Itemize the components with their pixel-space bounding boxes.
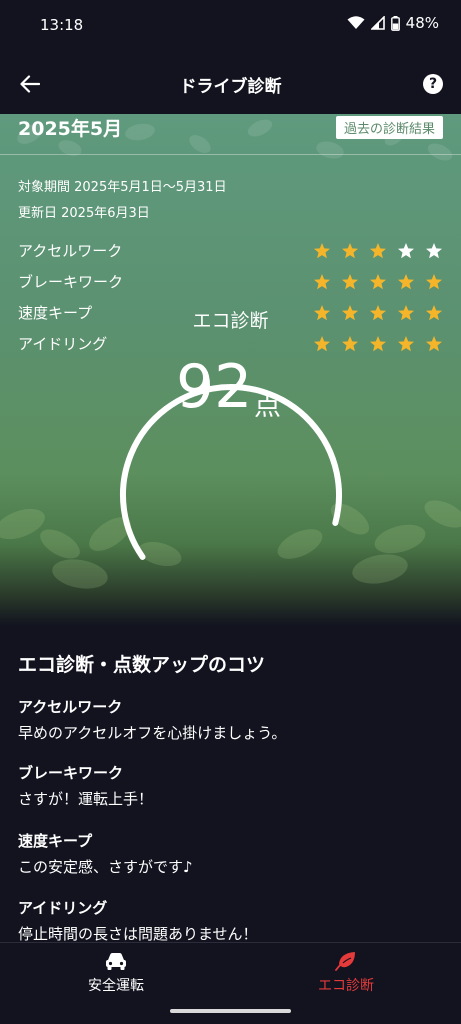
help-button[interactable]: ? (423, 74, 443, 94)
page-title: ドライブ診断 (179, 77, 282, 97)
updated-date: 更新日 2025年6月3日 (18, 206, 150, 221)
battery-percent: 48% (405, 14, 439, 32)
battery-icon (390, 15, 400, 31)
gauge-label: エコ診断 (192, 310, 269, 332)
signal-icon (370, 16, 385, 30)
star-rating (313, 273, 443, 291)
tip-text: 停止時間の長さは問題ありません！ (18, 925, 258, 942)
star-filled-icon (342, 336, 358, 352)
nav-tab-safe-driving[interactable]: 安全運転 (56, 951, 176, 995)
status-bar: 13:18 48% (0, 0, 461, 52)
star-filled-icon (370, 274, 386, 290)
star-filled-icon (398, 336, 414, 352)
past-results-button[interactable]: 過去の診断結果 (335, 116, 443, 139)
tip-heading: 速度キープ (18, 832, 93, 850)
home-gesture-bar[interactable] (170, 1009, 291, 1013)
rating-label: アクセルワーク (18, 242, 123, 260)
star-filled-icon (370, 336, 386, 352)
rating-row-accel: アクセルワーク (18, 240, 443, 262)
wifi-icon (347, 16, 365, 29)
star-filled-icon (426, 274, 442, 290)
tip-text: この安定感、さすがです♪ (18, 858, 193, 876)
star-filled-icon (426, 336, 442, 352)
rating-row-brake: ブレーキワーク (18, 271, 443, 293)
tip-heading: ブレーキワーク (18, 764, 124, 782)
gesture-area (0, 998, 461, 1024)
star-rating (313, 335, 443, 353)
tip-heading: アイドリング (18, 899, 108, 917)
tip-text: 早めのアクセルオフを心掛けましょう。 (18, 724, 287, 742)
star-empty-icon (426, 243, 442, 259)
tip-heading: アクセルワーク (18, 698, 123, 716)
app-bar: ドライブ診断 ? (0, 52, 461, 114)
nav-label: エコ診断 (318, 978, 374, 994)
star-empty-icon (398, 243, 414, 259)
tip-text: さすが！運転上手！ (18, 790, 154, 808)
tips-section: エコ診断・点数アップのコツ アクセルワーク 早めのアクセルオフを心掛けましょう。… (0, 626, 461, 942)
rating-label: アイドリング (18, 335, 108, 353)
star-filled-icon (314, 243, 330, 259)
leaf-icon (335, 952, 355, 971)
star-filled-icon (342, 243, 358, 259)
status-icons: 48% (347, 14, 439, 32)
star-filled-icon (342, 274, 358, 290)
eco-score-unit: 点 (254, 391, 281, 422)
nav-tab-eco-diagnosis[interactable]: エコ診断 (286, 951, 406, 995)
status-time: 13:18 (40, 16, 84, 34)
divider (0, 154, 461, 155)
period-title: 2025年5月 (18, 118, 123, 140)
star-filled-icon (370, 243, 386, 259)
target-period: 対象期間 2025年5月1日〜5月31日 (18, 180, 227, 195)
star-rating (313, 242, 443, 260)
star-filled-icon (398, 274, 414, 290)
help-icon: ? (428, 76, 438, 92)
car-icon (106, 953, 126, 970)
eco-score-value: 92 (176, 352, 253, 422)
nav-label: 安全運転 (88, 978, 144, 994)
star-filled-icon (314, 274, 330, 290)
bottom-navigation: 安全運転 エコ診断 (0, 942, 461, 998)
rating-label: ブレーキワーク (18, 273, 124, 291)
tips-title: エコ診断・点数アップのコツ (18, 654, 266, 676)
star-filled-icon (314, 336, 330, 352)
